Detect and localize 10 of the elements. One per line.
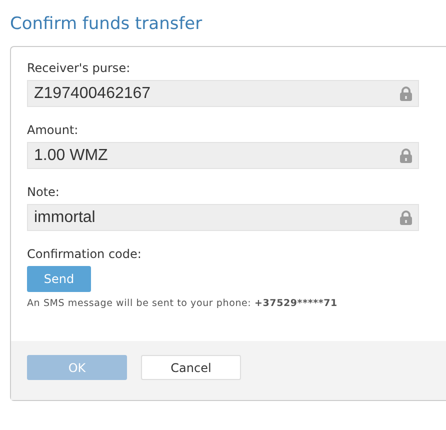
input-field[interactable]: Z197400462167: [27, 80, 419, 107]
field-label: Receiver's purse:: [27, 61, 132, 75]
field-label: Amount:: [27, 123, 80, 137]
sms-notice: An SMS message will be sent to your phone: +37529*****71: [27, 298, 338, 309]
input-field[interactable]: 1.00 WMZ: [27, 142, 419, 169]
field-label: Note:: [27, 185, 60, 199]
input-field[interactable]: immortal: [27, 204, 419, 231]
field-label: Confirmation code:: [27, 247, 142, 261]
cancel-button[interactable]: Cancel: [141, 355, 241, 380]
page-title: Confirm funds transfer: [10, 14, 204, 34]
